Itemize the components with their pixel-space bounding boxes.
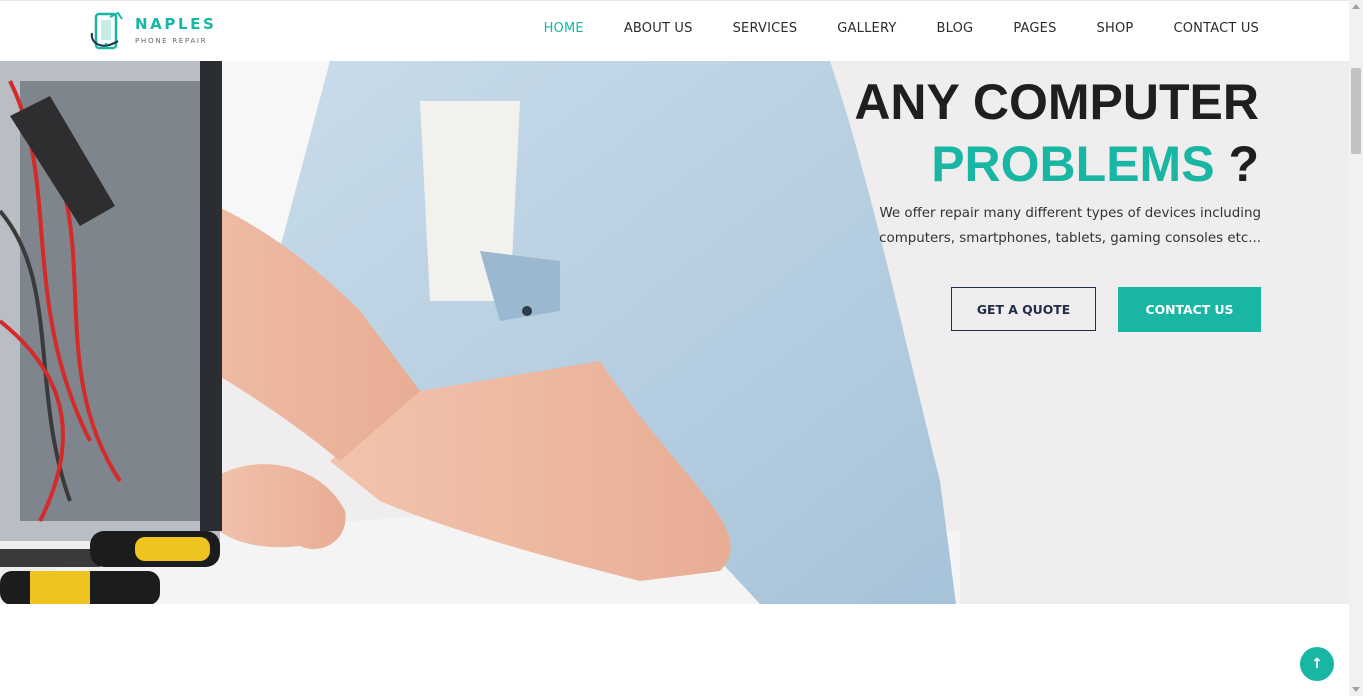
scroll-up-arrow-icon[interactable] [1352, 4, 1360, 9]
hero-title-line2: PROBLEMS ? [854, 133, 1259, 195]
hero-description-line1: We offer repair many different types of … [879, 206, 1261, 221]
hero-description-line2: computers, smartphones, tablets, gaming … [879, 231, 1261, 246]
nav-item-contact-us[interactable]: CONTACT US [1173, 21, 1259, 36]
hero-section: ANY COMPUTER PROBLEMS ? We offer repair … [0, 61, 1349, 604]
site-logo[interactable]: NAPLES PHONE REPAIR [88, 11, 228, 53]
nav-item-pages[interactable]: PAGES [1013, 21, 1056, 36]
nav-item-home[interactable]: HOME [544, 21, 584, 36]
get-a-quote-button[interactable]: GET A QUOTE [951, 287, 1096, 331]
contact-us-button[interactable]: CONTACT US [1118, 287, 1261, 332]
nav-item-shop[interactable]: SHOP [1097, 21, 1134, 36]
nav-item-about-us[interactable]: ABOUT US [624, 21, 693, 36]
phone-logo-icon [90, 11, 123, 50]
logo-title: NAPLES [135, 15, 217, 33]
logo-subtitle: PHONE REPAIR [135, 36, 208, 45]
hero-title: ANY COMPUTER PROBLEMS ? [854, 71, 1259, 195]
scroll-to-top-button[interactable]: ↑ [1300, 647, 1334, 681]
nav-item-services[interactable]: SERVICES [733, 21, 798, 36]
arrow-up-icon: ↑ [1311, 656, 1323, 672]
site-header: NAPLES PHONE REPAIR HOME ABOUT US SERVIC… [0, 0, 1349, 61]
hero-title-mark: ? [1214, 136, 1259, 192]
nav-item-gallery[interactable]: GALLERY [837, 21, 896, 36]
scrollbar-thumb[interactable] [1351, 68, 1361, 154]
main-nav: HOME ABOUT US SERVICES GALLERY BLOG PAGE… [504, 21, 1259, 36]
page-scrollbar[interactable] [1349, 0, 1363, 696]
hero-description: We offer repair many different types of … [831, 201, 1261, 251]
hero-title-line1: ANY COMPUTER [854, 74, 1259, 130]
scroll-down-arrow-icon[interactable] [1352, 687, 1360, 692]
nav-item-blog[interactable]: BLOG [937, 21, 974, 36]
hero-title-accent: PROBLEMS [931, 136, 1215, 192]
